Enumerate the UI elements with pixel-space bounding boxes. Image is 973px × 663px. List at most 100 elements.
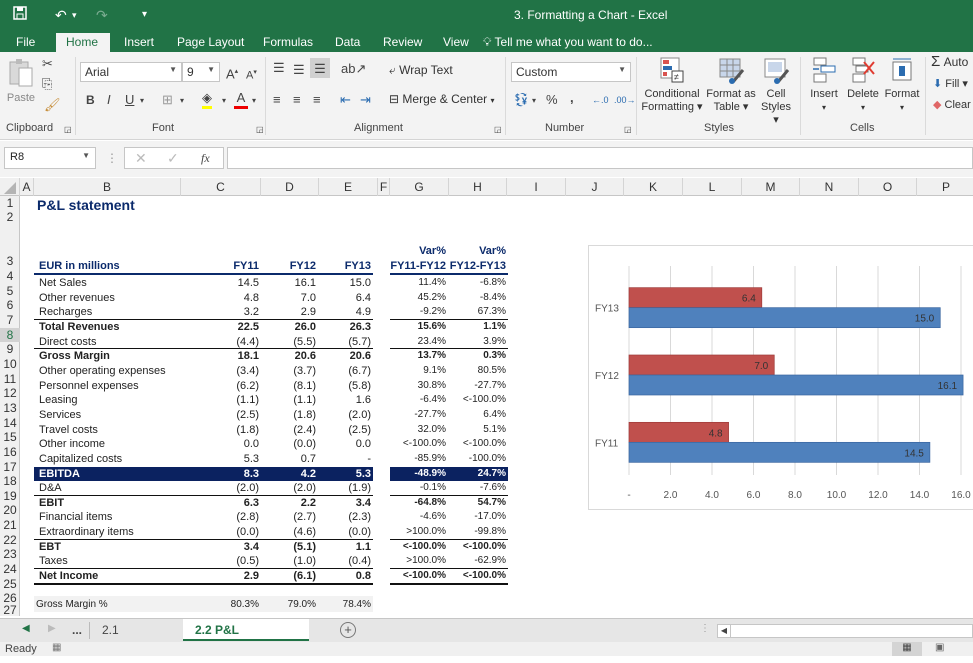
fill-button[interactable]: ⬇︎ Fill ▾ bbox=[933, 78, 968, 91]
fill-color-dropdown-icon[interactable]: ▾ bbox=[222, 93, 226, 109]
row-header[interactable]: 8 bbox=[0, 328, 20, 342]
row-header[interactable]: 11 bbox=[0, 372, 20, 386]
borders-icon[interactable]: ⊞ bbox=[162, 92, 173, 108]
scroll-tabs-right-icon[interactable]: ▶ bbox=[48, 623, 56, 634]
font-color-dropdown-icon[interactable]: ▾ bbox=[252, 93, 256, 109]
row-header[interactable]: 18 bbox=[0, 474, 20, 489]
tab-insert[interactable]: Insert bbox=[114, 33, 164, 52]
row-header[interactable]: 25 bbox=[0, 577, 20, 592]
tab-data[interactable]: Data bbox=[325, 33, 370, 52]
undo-icon[interactable]: ↶ bbox=[55, 5, 67, 25]
customize-qat-icon[interactable]: ▾ bbox=[142, 5, 147, 25]
number-launcher-icon[interactable]: ◲ bbox=[624, 122, 632, 138]
column-header-i[interactable]: I bbox=[507, 178, 566, 196]
row-header[interactable]: 22 bbox=[0, 533, 20, 547]
font-size-combo[interactable]: 9 ▼ bbox=[182, 62, 220, 82]
font-name-combo[interactable]: Arial ▼ bbox=[80, 62, 182, 82]
italic-button[interactable]: I bbox=[107, 92, 111, 108]
underline-dropdown-icon[interactable]: ▾ bbox=[140, 93, 144, 109]
normal-view-icon[interactable]: ▦ bbox=[892, 642, 922, 656]
align-right-icon[interactable]: ≡ bbox=[313, 92, 321, 108]
tell-me-box[interactable]: 💡︎ Tell me what you want to do... bbox=[483, 33, 653, 52]
align-center-icon[interactable]: ≡ bbox=[293, 92, 301, 108]
column-header-p[interactable]: P bbox=[917, 178, 973, 196]
conditional-formatting-button[interactable]: ≠ Conditional Formatting ▾ bbox=[640, 56, 704, 114]
tab-review[interactable]: Review bbox=[373, 33, 432, 52]
decrease-font-icon[interactable]: A▾ bbox=[246, 65, 257, 84]
row-header[interactable]: 2 bbox=[0, 210, 20, 224]
column-header-b[interactable]: B bbox=[34, 178, 181, 196]
format-cells-button[interactable]: Format ▾ bbox=[883, 56, 921, 114]
formula-input[interactable] bbox=[227, 147, 973, 169]
format-as-table-button[interactable]: Format as Table ▾ bbox=[706, 56, 756, 114]
row-header[interactable]: 12 bbox=[0, 386, 20, 401]
tab-split-handle[interactable]: ⋮ bbox=[700, 623, 710, 634]
fill-color-icon[interactable]: ◈ bbox=[202, 90, 212, 109]
tab-home[interactable]: Home bbox=[56, 33, 110, 52]
alignment-launcher-icon[interactable]: ◲ bbox=[494, 122, 502, 138]
column-header-d[interactable]: D bbox=[261, 178, 319, 196]
row-header[interactable]: 27 bbox=[0, 604, 20, 616]
align-bottom-icon[interactable]: ☰ bbox=[310, 58, 330, 78]
row-header[interactable]: 21 bbox=[0, 518, 20, 533]
page-layout-view-icon[interactable]: ▣ bbox=[935, 642, 944, 653]
accounting-format-icon[interactable]: 💱︎ bbox=[513, 92, 530, 108]
sheet-tab-pl-statement[interactable]: 2.2 P&L statement bbox=[183, 619, 309, 659]
format-painter-icon[interactable]: 🖌︎ bbox=[44, 97, 61, 113]
percent-button[interactable]: % bbox=[546, 92, 558, 108]
font-launcher-icon[interactable]: ◲ bbox=[256, 122, 264, 138]
tab-formulas[interactable]: Formulas bbox=[253, 33, 323, 52]
paste-button[interactable]: Paste bbox=[6, 58, 36, 116]
row-header[interactable]: 14 bbox=[0, 416, 20, 430]
column-header-g[interactable]: G bbox=[390, 178, 449, 196]
font-color-icon[interactable]: A bbox=[234, 90, 248, 109]
new-sheet-button[interactable]: + bbox=[340, 622, 356, 638]
bold-button[interactable]: B bbox=[86, 92, 95, 108]
row-header[interactable]: 6 bbox=[0, 298, 20, 313]
column-header-h[interactable]: H bbox=[449, 178, 507, 196]
bar-chart[interactable]: - 2.0 4.0 6.0 8.0 10.0 12.0 14.0 16.0 FY11 4.8 14.5… bbox=[588, 245, 973, 510]
row-header[interactable]: 15 bbox=[0, 430, 20, 445]
column-header-l[interactable]: L bbox=[683, 178, 742, 196]
increase-font-icon[interactable]: A▴ bbox=[226, 64, 238, 82]
column-header-n[interactable]: N bbox=[800, 178, 859, 196]
column-header-a[interactable]: A bbox=[20, 178, 34, 196]
row-header[interactable]: 19 bbox=[0, 489, 20, 503]
row-header[interactable]: 16 bbox=[0, 445, 20, 460]
clear-button[interactable]: ◆ Clear bbox=[933, 99, 971, 112]
number-format-combo[interactable]: Custom ▼ bbox=[511, 62, 631, 82]
decrease-decimal-icon[interactable]: .00→ bbox=[614, 92, 636, 108]
insert-function-button[interactable]: fx bbox=[201, 151, 210, 166]
tab-view[interactable]: View bbox=[433, 33, 479, 52]
merge-center-button[interactable]: ⊟ Merge & Center ▾ bbox=[389, 93, 494, 107]
copy-icon[interactable]: ⎘ bbox=[42, 76, 52, 92]
redo-icon[interactable]: ↷ bbox=[96, 5, 108, 25]
name-box[interactable]: R8 ▼ bbox=[4, 147, 96, 169]
tab-page-layout[interactable]: Page Layout bbox=[167, 33, 254, 52]
column-header-f[interactable]: F bbox=[378, 178, 390, 196]
column-header-c[interactable]: C bbox=[181, 178, 261, 196]
column-header-o[interactable]: O bbox=[859, 178, 917, 196]
underline-button[interactable]: U bbox=[125, 92, 134, 108]
undo-dropdown-icon[interactable]: ▾ bbox=[72, 5, 77, 25]
comma-button[interactable]: , bbox=[570, 90, 574, 106]
row-header[interactable]: 17 bbox=[0, 460, 20, 474]
scroll-left-icon[interactable]: ◀ bbox=[718, 625, 731, 637]
column-header-m[interactable]: M bbox=[742, 178, 800, 196]
enter-icon[interactable]: ✓ bbox=[167, 150, 179, 167]
row-header[interactable]: 23 bbox=[0, 547, 20, 562]
row-header[interactable]: 9 bbox=[0, 342, 20, 357]
row-header[interactable]: 10 bbox=[0, 357, 20, 372]
cancel-icon[interactable]: ✕ bbox=[135, 150, 147, 167]
accounting-dropdown-icon[interactable]: ▾ bbox=[532, 93, 536, 109]
insert-cells-button[interactable]: Insert ▾ bbox=[806, 56, 842, 114]
row-header[interactable]: 20 bbox=[0, 503, 20, 518]
align-top-icon[interactable]: ☰ bbox=[273, 60, 285, 76]
horizontal-scrollbar[interactable]: ◀ bbox=[717, 624, 973, 638]
column-header-e[interactable]: E bbox=[319, 178, 378, 196]
save-icon[interactable] bbox=[12, 5, 28, 26]
row-header[interactable]: 1 bbox=[0, 196, 20, 210]
orientation-icon[interactable]: ab↗ bbox=[341, 61, 366, 77]
row-header[interactable]: 4 bbox=[0, 269, 20, 284]
row-header[interactable]: 7 bbox=[0, 313, 20, 328]
